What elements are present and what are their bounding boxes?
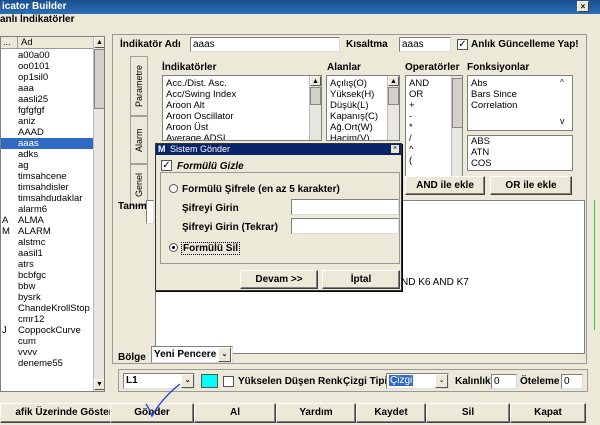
radio-dot: [172, 246, 175, 249]
password-input[interactable]: [291, 199, 399, 215]
encrypt-formula-label: Formülü Şifrele (en az 5 karakter): [182, 184, 340, 195]
dialog-close-icon[interactable]: ×: [391, 145, 399, 153]
hide-formula-checkbox[interactable]: ✓: [161, 160, 172, 171]
dialog-cancel-button[interactable]: İptal: [322, 270, 400, 289]
app-logo-icon: M: [158, 144, 166, 154]
dialog-title-bar: M Sistem Gönder ×: [156, 144, 401, 155]
password-repeat-label: Şifreyi Girin (Tekrar): [182, 222, 278, 233]
delete-formula-radio[interactable]: [169, 243, 178, 252]
delete-formula-label: Formülü Sil: [181, 242, 240, 255]
system-send-dialog: M Sistem Gönder × ✓ Formülü Gizle Formül…: [155, 143, 402, 291]
pen-check-mark-2: [145, 383, 181, 418]
password-repeat-input[interactable]: [291, 218, 399, 234]
hide-formula-label: Formülü Gizle: [177, 161, 244, 172]
edge-accent: [594, 200, 595, 330]
password-label: Şifreyi Girin: [182, 203, 239, 214]
dialog-continue-button[interactable]: Devam >>: [240, 270, 318, 289]
encrypt-radio[interactable]: [169, 184, 178, 193]
dialog-title: Sistem Gönder: [170, 144, 231, 154]
